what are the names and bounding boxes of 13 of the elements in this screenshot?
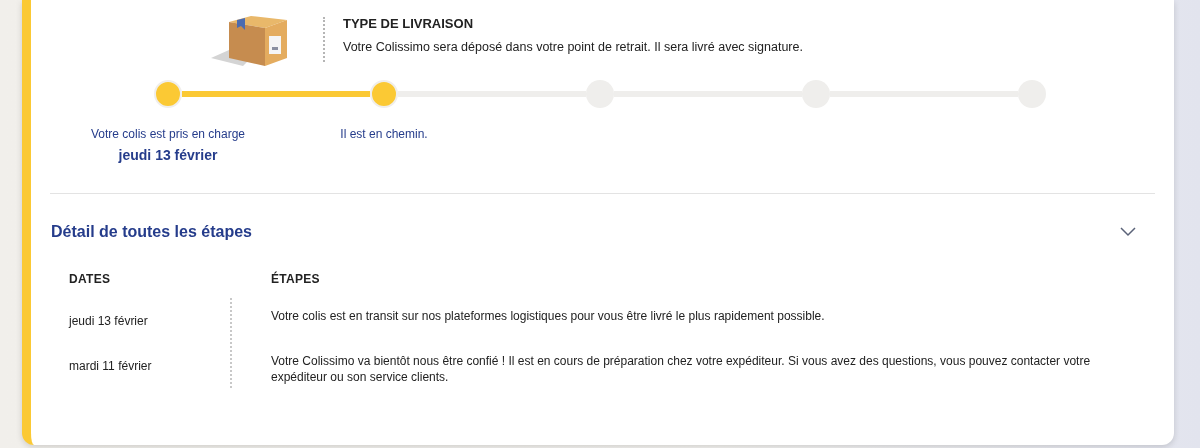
step-label: Il est en chemin. — [340, 126, 428, 143]
column-header: ÉTAPES — [271, 270, 320, 288]
step-label: Votre colis est pris en charge — [90, 126, 246, 143]
delivery-type-text: Votre Colissimo sera déposé dans votre point de retrait. Il sera livré avec signature. — [343, 38, 803, 56]
step-date: jeudi 13 février — [118, 146, 218, 165]
table-cell: jeudi 13 février — [69, 314, 148, 328]
table-cell-text: Votre Colissimo va bientôt nous être confié ! Il est en cours de préparation chez votre expéditeur. Si vous avez des questions, vous pouvez contacter votre expéditeur ou son service clients. — [271, 353, 1092, 385]
delivery-type-title: TYPE DE LIVRAISON — [343, 15, 475, 33]
chevron-down-icon[interactable] — [1120, 227, 1136, 237]
column-header: DATES — [69, 271, 112, 288]
details-title: Détail de toutes les étapes — [51, 222, 252, 242]
table-cell-text: Votre colis est en transit sur nos plateformes logistiques pour vous être livré le plus rapidement possible. — [271, 308, 826, 324]
table-cell: mardi 11 février — [69, 359, 152, 373]
